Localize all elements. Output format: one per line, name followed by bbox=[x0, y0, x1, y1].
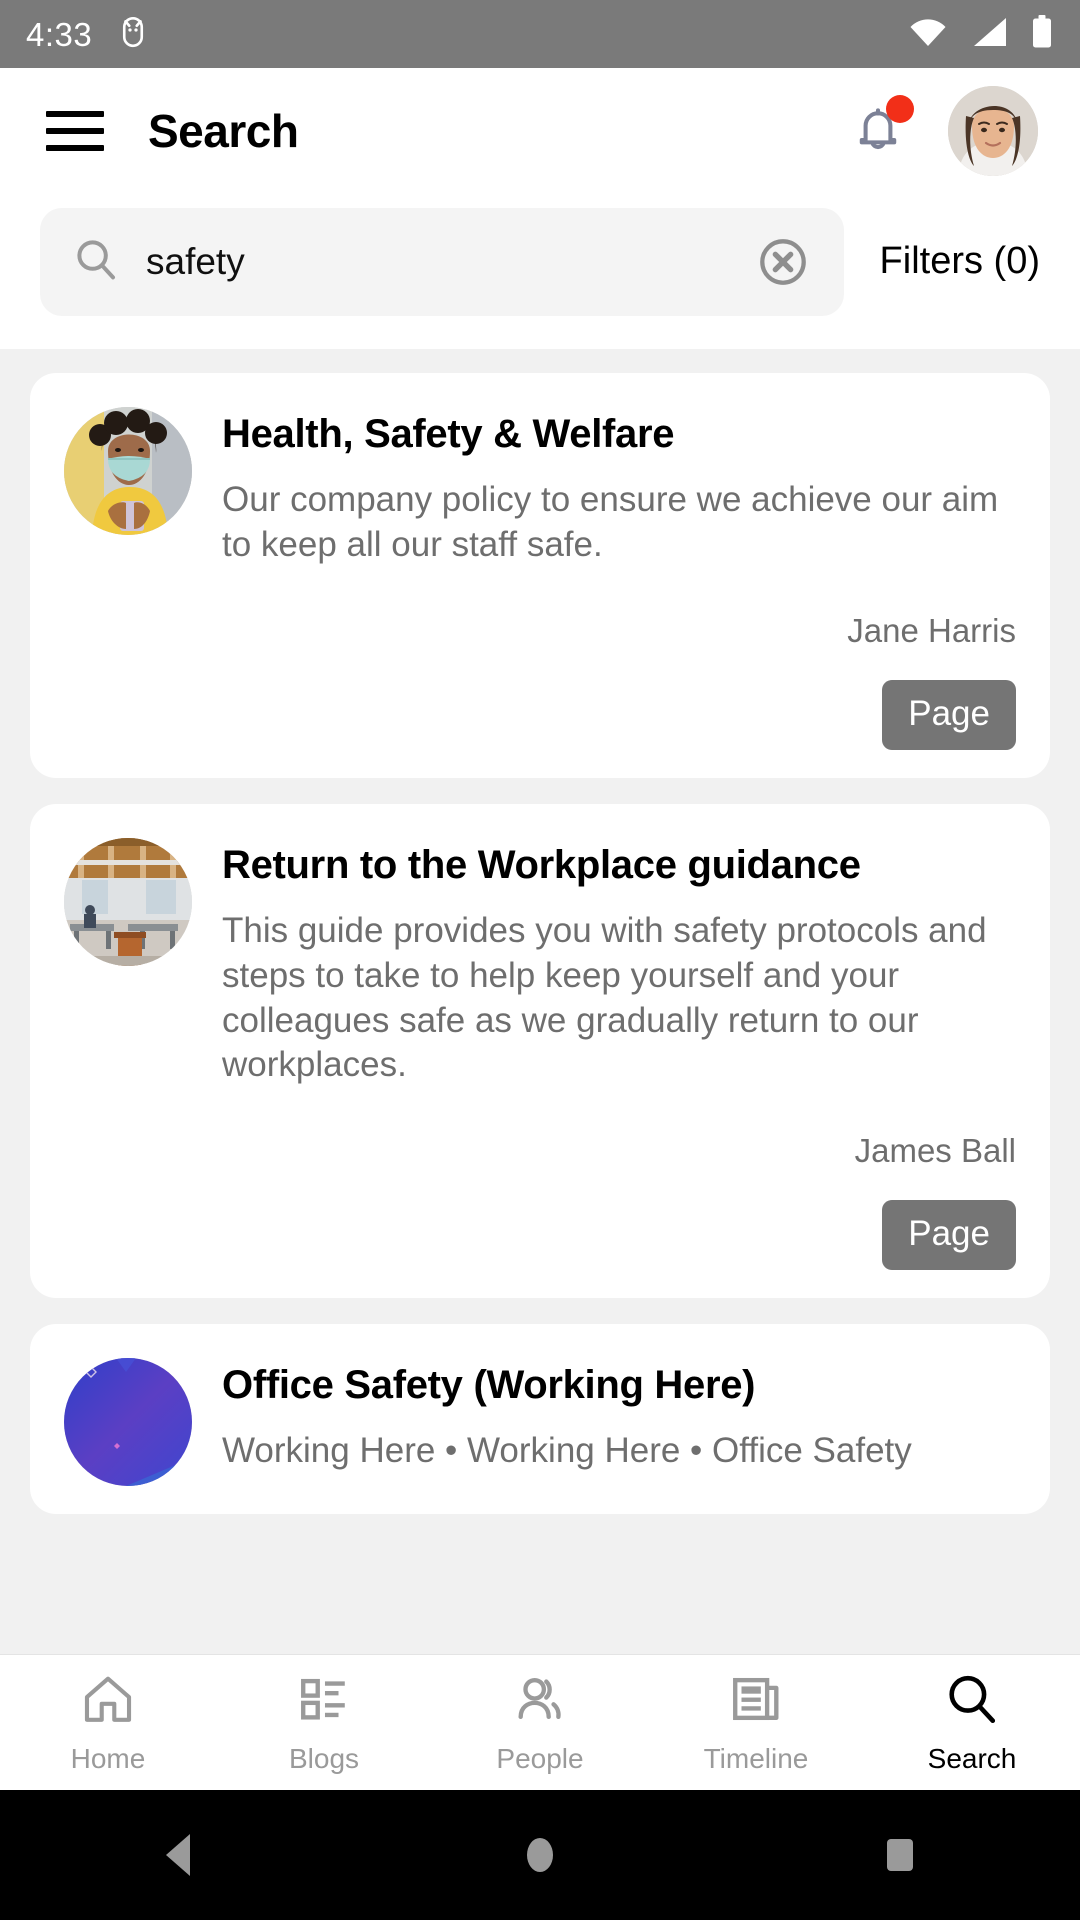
clear-circle-icon[interactable] bbox=[756, 235, 810, 289]
phone-screen: 4:33 Search safety Filters (0) Health, S… bbox=[0, 0, 1080, 1920]
result-card[interactable]: Health, Safety & Welfare Our company pol… bbox=[30, 373, 1050, 778]
page-title: Search bbox=[148, 105, 299, 157]
status-bar-right bbox=[908, 14, 1054, 54]
nav-label-blogs: Blogs bbox=[288, 1743, 360, 1774]
nav-label-people: People bbox=[496, 1743, 584, 1774]
recents-square-icon[interactable] bbox=[840, 1795, 960, 1915]
wifi-icon bbox=[908, 16, 948, 53]
back-triangle-icon[interactable] bbox=[120, 1795, 240, 1915]
result-description: This guide provides you with safety prot… bbox=[222, 910, 987, 1085]
result-thumbnail bbox=[64, 837, 192, 966]
result-title: Office Safety (Working Here) bbox=[222, 1363, 756, 1408]
filters-button[interactable]: Filters (0) bbox=[862, 240, 1052, 283]
android-system-nav bbox=[0, 1790, 1080, 1920]
status-bar: 4:33 bbox=[0, 0, 1080, 68]
notification-badge-dot bbox=[886, 95, 914, 123]
nav-label-search: Search bbox=[927, 1743, 1017, 1774]
bottom-navigation-bar: Home Blogs People Timeline Search bbox=[0, 1654, 1080, 1790]
result-thumbnail bbox=[64, 407, 192, 535]
result-author: James Ball bbox=[854, 1132, 1016, 1170]
result-card-body: Health, Safety & Welfare Our company pol… bbox=[222, 407, 1016, 568]
result-card-body: Return to the Workplace guidance This gu… bbox=[222, 838, 1016, 1088]
result-thumbnail bbox=[64, 1358, 192, 1487]
search-results-list: Health, Safety & Welfare Our company pol… bbox=[0, 349, 1080, 1654]
status-badge: Page bbox=[882, 1200, 1016, 1271]
search-field-container[interactable]: safety bbox=[40, 207, 844, 316]
result-title: Return to the Workplace guidance bbox=[222, 842, 861, 887]
result-badge-row: Page bbox=[64, 1200, 1016, 1271]
search-row: safety Filters (0) bbox=[0, 194, 1080, 349]
result-badge-row: Page bbox=[64, 679, 1016, 750]
search-icon bbox=[943, 1670, 1001, 1733]
people-icon bbox=[511, 1670, 569, 1733]
app-header: Search bbox=[0, 68, 1080, 194]
cell-signal-icon bbox=[970, 16, 1008, 53]
result-card-body: Office Safety (Working Here) Working Her… bbox=[222, 1358, 1016, 1474]
nav-item-blogs[interactable]: Blogs bbox=[216, 1670, 432, 1775]
nav-item-timeline[interactable]: Timeline bbox=[648, 1670, 864, 1775]
home-circle-icon[interactable] bbox=[480, 1795, 600, 1915]
nav-label-home: Home bbox=[70, 1743, 146, 1774]
hamburger-menu-icon[interactable] bbox=[46, 111, 104, 151]
status-bar-left: 4:33 bbox=[26, 15, 148, 54]
result-card[interactable]: Return to the Workplace guidance This gu… bbox=[30, 803, 1050, 1299]
result-card-top: Return to the Workplace guidance This gu… bbox=[64, 837, 1016, 1088]
result-author: Jane Harris bbox=[847, 611, 1016, 649]
search-icon bbox=[72, 235, 120, 288]
result-description: Our company policy to ensure we achieve … bbox=[222, 480, 999, 564]
home-icon bbox=[79, 1670, 137, 1733]
result-card-top: Office Safety (Working Here) Working Her… bbox=[64, 1358, 1016, 1487]
result-card-top: Health, Safety & Welfare Our company pol… bbox=[64, 407, 1016, 568]
nav-item-home[interactable]: Home bbox=[0, 1670, 216, 1775]
timeline-newspaper-icon bbox=[727, 1670, 785, 1733]
battery-icon bbox=[1030, 14, 1054, 54]
blogs-list-icon bbox=[295, 1670, 353, 1733]
nav-item-people[interactable]: People bbox=[432, 1670, 648, 1775]
notifications-button[interactable] bbox=[840, 93, 916, 169]
nav-item-search[interactable]: Search bbox=[864, 1670, 1080, 1775]
status-time: 4:33 bbox=[26, 15, 93, 53]
nav-label-timeline: Timeline bbox=[703, 1743, 809, 1774]
result-title: Health, Safety & Welfare bbox=[222, 412, 675, 456]
status-badge: Page bbox=[882, 679, 1016, 750]
result-card[interactable]: Office Safety (Working Here) Working Her… bbox=[30, 1324, 1050, 1515]
result-breadcrumb: Working Here • Working Here • Office Saf… bbox=[222, 1431, 912, 1471]
avatar[interactable] bbox=[948, 86, 1038, 176]
android-debug-icon bbox=[118, 15, 148, 54]
search-input[interactable]: safety bbox=[146, 241, 730, 283]
